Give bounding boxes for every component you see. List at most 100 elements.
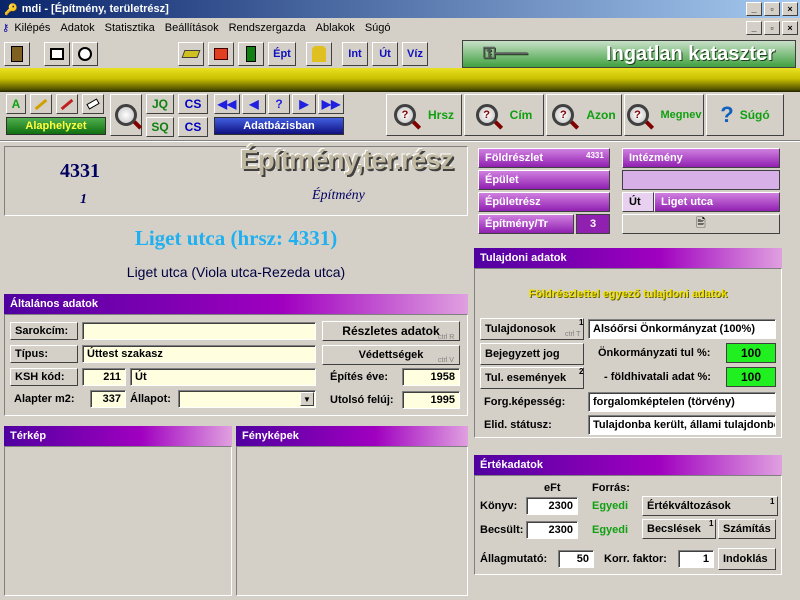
app-banner: ⚿━━ Ingatlan kataszter [462, 40, 796, 68]
utolso-field[interactable]: 1995 [402, 391, 460, 409]
key-logo-icon: ⚿━━ [483, 45, 528, 62]
forg-label: Forg.képesség: [484, 396, 566, 408]
intezmeny-button[interactable]: Intézmény [622, 148, 780, 168]
first-record-button[interactable]: ◀◀ [214, 94, 240, 114]
ept-button[interactable]: Épt [268, 42, 296, 66]
child-maximize-button[interactable]: ▫ [764, 21, 780, 35]
ut-button[interactable]: Út [372, 42, 398, 66]
menu-sugo[interactable]: Súgó [360, 22, 396, 34]
ksh-code-field[interactable]: 211 [82, 368, 126, 386]
viz-button[interactable]: Víz [402, 42, 428, 66]
tul-esemenyek-button[interactable]: Tul. események [480, 367, 584, 389]
tipus-label: Típus: [10, 345, 78, 363]
land-icon[interactable] [178, 42, 204, 66]
door-icon[interactable] [238, 42, 264, 66]
menu-kilepes[interactable]: Kilépés [9, 22, 55, 34]
indoklas-button[interactable]: Indoklás [718, 548, 776, 570]
minimize-button[interactable]: _ [746, 2, 762, 16]
alaphelyzet-button[interactable]: Alaphelyzet [6, 117, 106, 135]
ut-value[interactable]: Liget utca [654, 192, 780, 212]
alapter-field[interactable]: 337 [90, 390, 126, 408]
search-megnev-button[interactable]: ? Megnev [624, 94, 704, 136]
record-sub-number: 1 [80, 192, 87, 207]
ertekvaltozasok-button[interactable]: Értékváltozások [642, 496, 778, 516]
allapot-select[interactable] [178, 390, 316, 408]
adatbazisban-button[interactable]: Adatbázisban [214, 117, 344, 135]
menu-adatok[interactable]: Adatok [55, 22, 99, 34]
close-button[interactable]: × [782, 2, 798, 16]
menu-ablakok[interactable]: Ablakok [311, 22, 360, 34]
korr-faktor-field[interactable]: 1 [678, 550, 714, 568]
foldreszlet-number: 4331 [586, 151, 604, 160]
epites-field[interactable]: 1958 [402, 368, 460, 386]
ut-label: Út [622, 192, 654, 212]
elid-field[interactable]: Tulajdonba került, állami tulajdonból [588, 415, 776, 435]
last-record-button[interactable]: ▶▶ [318, 94, 344, 114]
sq-search-button[interactable]: SQ [146, 117, 174, 137]
onkorm-field[interactable]: 100 [726, 343, 776, 363]
elid-label: Elid. státusz: [484, 419, 552, 431]
next-record-button[interactable]: ▶ [292, 94, 316, 114]
forg-field[interactable]: forgalomképtelen (törvény) [588, 392, 776, 412]
add-a-button[interactable]: A [6, 94, 26, 114]
allagmutato-field[interactable]: 50 [558, 550, 594, 568]
search-azon-button[interactable]: ? Azon [546, 94, 622, 136]
exit-door-icon[interactable] [4, 42, 30, 66]
bejegyzett-jog-button[interactable]: Bejegyzett jog [480, 343, 584, 365]
reszletes-hotkey: ctrl R [438, 334, 455, 341]
search-hrsz-button[interactable]: ? Hrsz [386, 94, 462, 136]
help-record-button[interactable]: ? [268, 94, 290, 114]
menu-beallitasok[interactable]: Beállítások [160, 22, 224, 34]
jq-search-button[interactable]: JQ [146, 94, 174, 114]
search-icon[interactable] [110, 94, 142, 136]
konyv-field[interactable]: 2300 [526, 497, 578, 515]
yellow-separator [0, 68, 800, 92]
epitmeny-button[interactable]: Építmény/Tr [478, 214, 574, 234]
banner-title: Ingatlan kataszter [606, 42, 775, 65]
allagmutato-label: Állagmutató: [480, 553, 548, 565]
child-minimize-button[interactable]: _ [746, 21, 762, 35]
help-question-icon: ? [720, 102, 734, 127]
maximize-button[interactable]: ▫ [764, 2, 780, 16]
tipus-field[interactable]: Úttest szakasz [82, 345, 316, 363]
terkep-panel[interactable] [4, 446, 232, 596]
cs-search-button[interactable]: CS [178, 94, 208, 114]
terkep-header: Térkép [4, 426, 232, 446]
child-close-button[interactable]: × [782, 21, 798, 35]
edit-pencil-red-icon[interactable] [56, 94, 78, 114]
help-button[interactable]: ? Súgó [706, 94, 784, 136]
fenykepek-panel[interactable] [236, 446, 468, 596]
windows-icon[interactable] [44, 42, 70, 66]
foldhivatali-field[interactable]: 100 [726, 367, 776, 387]
becsult-source: Egyedi [592, 524, 629, 536]
owner-field[interactable]: Alsóőrsi Önkormányzat (100%) [588, 319, 776, 339]
cs-filter-button[interactable]: CS [178, 117, 208, 137]
korr-faktor-label: Korr. faktor: [604, 553, 667, 565]
logo-text: Építmény,ter.rész [240, 144, 454, 175]
prev-record-button[interactable]: ◀ [242, 94, 266, 114]
record-number: 4331 [60, 160, 100, 182]
house-icon[interactable] [208, 42, 234, 66]
szamitas-button[interactable]: Számítás [718, 519, 776, 539]
search-azon-label: Azon [586, 108, 616, 122]
allapot-dropdown-icon[interactable]: ▼ [300, 392, 314, 406]
forras-label: Forrás: [592, 482, 630, 494]
sarokcim-label: Sarokcím: [10, 322, 78, 340]
eraser-icon[interactable] [82, 94, 104, 114]
document-icon[interactable]: 🖹 [622, 214, 780, 234]
ksh-name-field[interactable]: Út [130, 368, 316, 386]
people-icon[interactable] [306, 42, 332, 66]
epuletresz-button[interactable]: Épületrész [478, 192, 610, 212]
search-cim-button[interactable]: ? Cím [464, 94, 544, 136]
menu-rendszergazda[interactable]: Rendszergazda [224, 22, 311, 34]
general-section-header: Általános adatok [4, 294, 468, 314]
ksh-label: KSH kód: [10, 368, 78, 386]
search-window-icon[interactable] [72, 42, 98, 66]
sarokcim-field[interactable] [82, 322, 316, 340]
epulet-button[interactable]: Épület [478, 170, 610, 190]
menu-statisztika[interactable]: Statisztika [100, 22, 160, 34]
becslesek-button[interactable]: Becslések [642, 519, 716, 539]
int-button[interactable]: Int [342, 42, 368, 66]
becsult-field[interactable]: 2300 [526, 521, 578, 539]
edit-pencil-icon[interactable] [30, 94, 52, 114]
